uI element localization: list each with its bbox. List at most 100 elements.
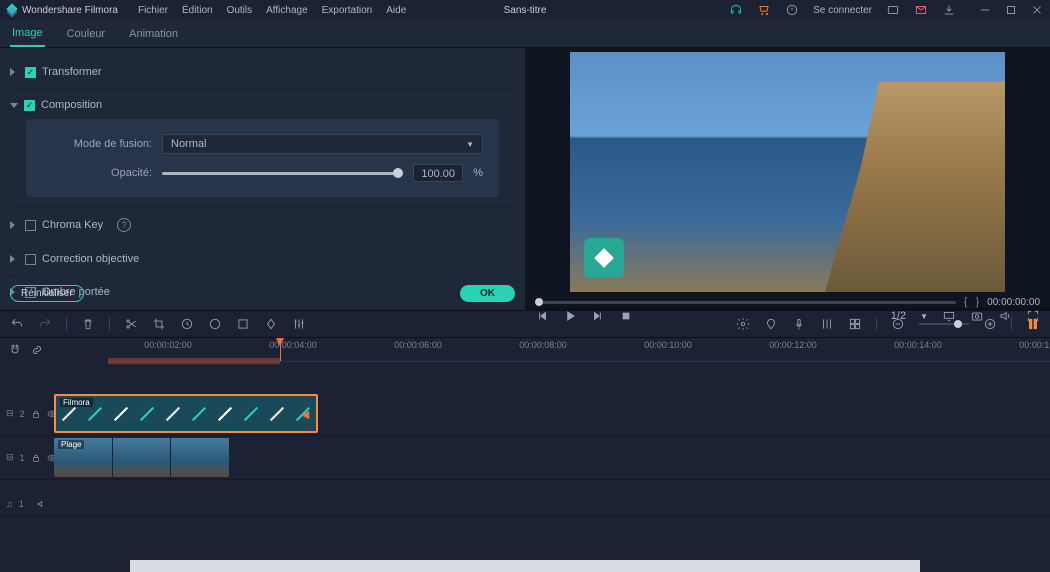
keyframe-icon[interactable] [264,317,278,331]
opacity-label: Opacité: [42,167,152,179]
stop-icon[interactable] [619,309,633,323]
composition-checkbox[interactable] [24,100,35,111]
maximize-icon[interactable] [1004,3,1018,17]
render-icon[interactable] [736,317,750,331]
snapshot-icon[interactable] [970,309,984,323]
undo-icon[interactable] [10,317,24,331]
lock-icon[interactable] [31,451,41,465]
chevron-down-icon[interactable]: ▼ [920,312,928,321]
ruler-mark: 00:00:10:00 [644,340,692,350]
ruler-mark: 00:00:14:00 [894,340,942,350]
zoom-out-icon[interactable] [891,317,905,331]
blend-mode-select[interactable]: Normal ▼ [162,134,483,154]
message-icon[interactable] [886,3,900,17]
close-icon[interactable] [1030,3,1044,17]
clip-plage[interactable]: Plage [54,438,230,477]
ruler-mark: 00:00:06:00 [394,340,442,350]
selection-region[interactable] [108,358,280,364]
audio-track-1: ♫ 1 [0,492,1050,516]
fit-icon[interactable] [1026,317,1040,331]
track-type-icon: ⊟ [6,408,14,419]
tab-animation[interactable]: Animation [127,22,180,46]
bracket-open-icon[interactable]: { [964,296,968,308]
color-icon[interactable] [208,317,222,331]
zoom-in-icon[interactable] [983,317,997,331]
lock-icon[interactable] [31,407,41,421]
track-number: 1 [19,499,24,509]
record-icon[interactable] [792,317,806,331]
chroma-checkbox[interactable] [25,220,36,231]
magnet-icon[interactable] [8,343,22,357]
notification-icon[interactable] [785,3,799,17]
marker-icon[interactable] [764,317,778,331]
transformer-label: Transformer [42,66,102,78]
download-icon[interactable] [942,3,956,17]
section-chroma[interactable]: Chroma Key ? [10,214,515,236]
preview-video[interactable] [570,52,1005,292]
mute-icon[interactable] [36,497,46,511]
menubar: Fichier Édition Outils Affichage Exporta… [138,5,406,16]
reset-button[interactable]: Réinitialiser [10,285,84,302]
ok-button[interactable]: OK [460,285,515,302]
timeline-ruler[interactable]: 00:00:02:00 00:00:04:00 00:00:06:00 00:0… [108,338,1050,362]
support-icon[interactable] [729,3,743,17]
audio-mixer-icon[interactable] [820,317,834,331]
ruler-mark: 00:00:02:00 [144,340,192,350]
mail-icon[interactable] [914,3,928,17]
link-icon[interactable] [30,343,44,357]
playhead[interactable] [280,338,281,361]
delete-icon[interactable] [81,317,95,331]
track-type-icon: ♫ [6,499,13,509]
scrollbar[interactable] [130,560,920,572]
crop-icon[interactable] [152,317,166,331]
zoom-slider[interactable] [919,323,969,325]
menu-tools[interactable]: Outils [227,5,253,16]
mixer-icon[interactable] [292,317,306,331]
section-composition[interactable]: Composition [10,95,515,115]
properties-panel: Transformer Composition Mode de fusion: … [0,48,525,310]
expand-icon [10,221,19,229]
speed-icon[interactable] [180,317,194,331]
thumbnail-icon[interactable] [848,317,862,331]
chevron-down-icon: ▼ [466,140,474,149]
tab-color[interactable]: Couleur [65,22,108,46]
signin-link[interactable]: Se connecter [813,5,872,16]
opacity-unit: % [473,167,483,179]
next-icon[interactable] [591,309,605,323]
preview-canvas [525,48,1050,296]
transformer-checkbox[interactable] [25,67,36,78]
blend-mode-value: Normal [171,138,206,150]
app-name: Wondershare Filmora [22,5,118,16]
scrub-slider[interactable] [535,301,956,304]
prev-icon[interactable] [535,309,549,323]
ruler-mark: 00:00:08:00 [519,340,567,350]
menu-file[interactable]: Fichier [138,5,168,16]
video-track-2: ⊟ 2 Filmora ◄ [0,392,1050,436]
redo-icon[interactable] [38,317,52,331]
lens-checkbox[interactable] [25,254,36,265]
menu-help[interactable]: Aide [386,5,406,16]
cart-icon[interactable] [757,3,771,17]
greenscreen-icon[interactable] [236,317,250,331]
preview-panel: { } 00:00:00:00 1/2 ▼ [525,48,1050,310]
composition-label: Composition [41,99,102,111]
track-number: 1 [20,453,25,463]
menu-edit[interactable]: Édition [182,5,213,16]
opacity-value[interactable]: 100.00 [413,164,463,182]
section-lens[interactable]: Correction objective [10,249,515,269]
blend-mode-label: Mode de fusion: [42,138,152,150]
opacity-slider[interactable] [162,172,403,175]
volume-icon[interactable] [998,309,1012,323]
expand-icon [10,255,19,263]
cut-icon[interactable] [124,317,138,331]
app-logo-icon [6,4,18,16]
bracket-close-icon[interactable]: } [975,296,979,308]
tab-image[interactable]: Image [10,21,45,47]
help-icon[interactable]: ? [117,218,131,232]
menu-export[interactable]: Exportation [322,5,373,16]
play-icon[interactable] [563,309,577,323]
clip-filmora[interactable]: Filmora ◄ [54,394,318,433]
menu-view[interactable]: Affichage [266,5,308,16]
section-transformer[interactable]: Transformer [10,62,515,82]
minimize-icon[interactable] [978,3,992,17]
